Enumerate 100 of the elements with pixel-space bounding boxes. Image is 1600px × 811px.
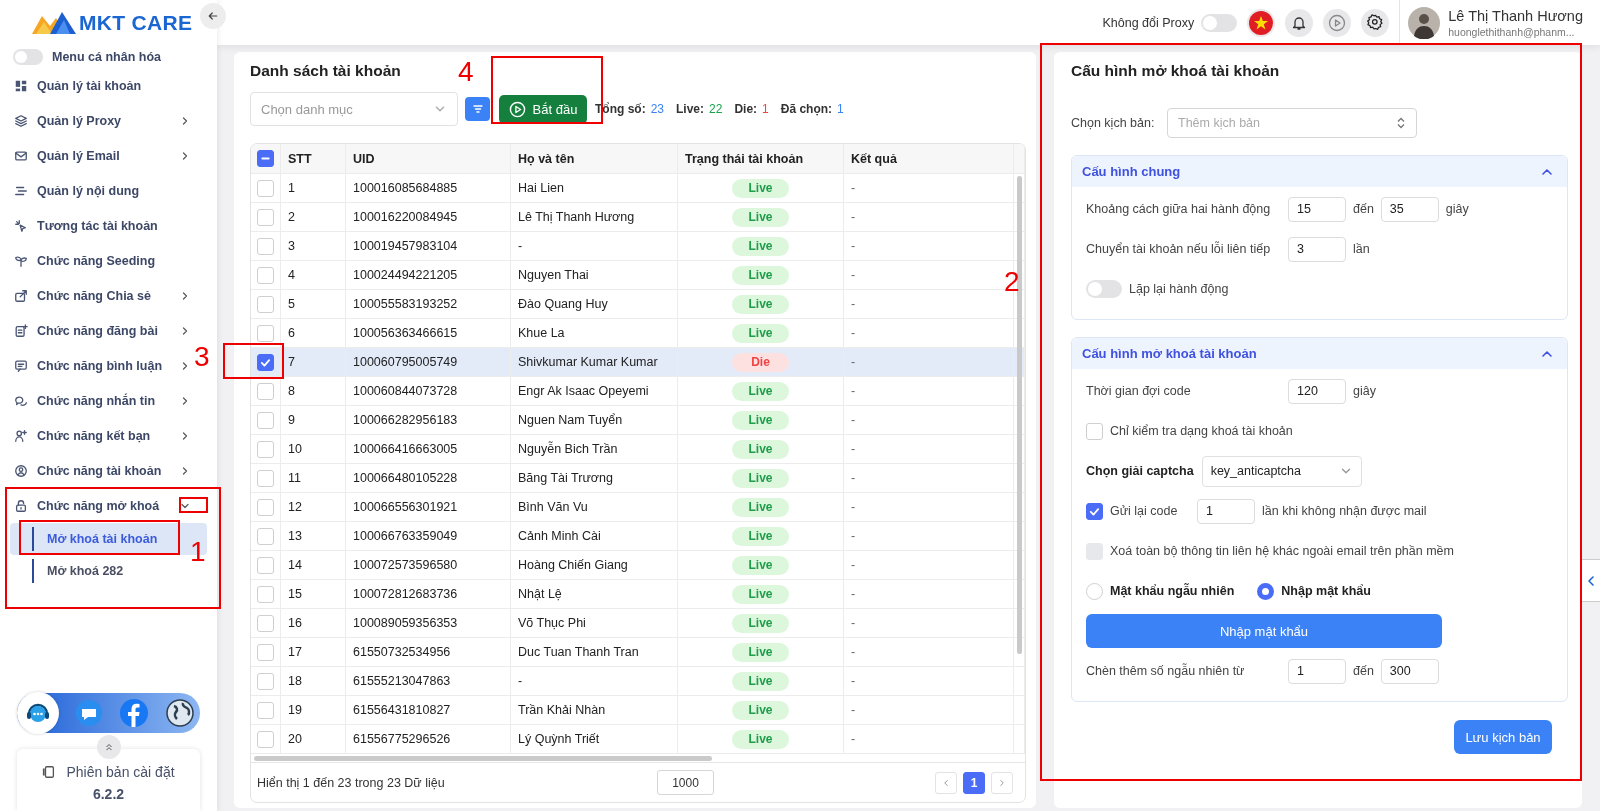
- sidebar-item[interactable]: Quản lý nội dung: [0, 173, 193, 208]
- table-cell: 100024494221205: [346, 261, 511, 289]
- status-badge: Live: [732, 671, 789, 691]
- summary-text: Hiển thị 1 đến 23 trong 23 Dữ liệu: [257, 775, 446, 790]
- toggle-switch[interactable]: [1201, 13, 1238, 32]
- table-cell: 9: [281, 406, 346, 434]
- chat-bubble-icon[interactable]: [75, 699, 103, 727]
- table-cell: -: [844, 290, 1014, 318]
- scrollbar-thumb[interactable]: [1017, 176, 1022, 654]
- table-cell: 100016220084945: [346, 203, 511, 231]
- section-header[interactable]: Cấu hình mở khoá tài khoản: [1072, 338, 1567, 369]
- table-cell: Hai Lien: [511, 174, 678, 202]
- globe-icon[interactable]: [165, 698, 195, 728]
- sidebar-item[interactable]: Chức năng tài khoản: [0, 453, 193, 488]
- settings-button[interactable]: [1361, 8, 1390, 37]
- stat-label: Live:: [676, 102, 705, 116]
- number-field[interactable]: 35: [1380, 196, 1439, 222]
- captcha-select[interactable]: key_anticaptcha: [1201, 455, 1362, 487]
- table-cell: Đào Quang Huy: [511, 290, 678, 318]
- check-icon: [1089, 505, 1100, 517]
- radio-button[interactable]: [1257, 582, 1275, 600]
- notification-button[interactable]: [1285, 8, 1314, 37]
- collapse-button[interactable]: [200, 3, 226, 29]
- share-icon: [14, 288, 28, 303]
- page-button[interactable]: 1: [963, 771, 985, 794]
- logo-text: MKT CARE: [79, 10, 193, 35]
- save-button[interactable]: Lưu kịch bản: [1454, 720, 1552, 754]
- scrollbar-thumb[interactable]: [254, 755, 712, 761]
- sidebar-item[interactable]: Chức năng Chia sẻ: [0, 278, 193, 313]
- table-cell: 100066556301921: [346, 493, 511, 521]
- support-button[interactable]: [17, 692, 59, 734]
- sidebar-item[interactable]: Quản lý Proxy: [0, 103, 193, 138]
- number-field[interactable]: 1: [1197, 498, 1255, 524]
- toggle-switch[interactable]: [13, 49, 43, 65]
- field-label: Chèn thêm số ngẫu nhiên từ: [1086, 664, 1246, 678]
- toggle-switch[interactable]: [1086, 280, 1122, 298]
- language-button[interactable]: [1247, 8, 1276, 37]
- table-cell: -: [844, 203, 1014, 231]
- unit-label: giây: [1445, 202, 1469, 216]
- status-badge: Live: [732, 584, 789, 604]
- annotation-number: 4: [458, 58, 474, 86]
- stat-label: Die:: [734, 102, 758, 116]
- table-cell: -: [844, 377, 1014, 405]
- table-cell: -: [844, 667, 1014, 695]
- number-field[interactable]: 3: [1288, 236, 1346, 262]
- stat-value: 1: [762, 102, 769, 116]
- select-all-checkbox[interactable]: [257, 150, 274, 167]
- filter-button[interactable]: [465, 97, 490, 121]
- chevron-right-icon: [997, 777, 1007, 788]
- sidebar-item[interactable]: Chức năng mở khoá: [0, 488, 193, 523]
- number-field[interactable]: 300: [1380, 658, 1439, 684]
- checkbox[interactable]: [1086, 502, 1103, 520]
- page-size-field[interactable]: 1000: [657, 770, 714, 795]
- number-field[interactable]: 120: [1288, 378, 1346, 404]
- table-cell: 100066416663005: [346, 435, 511, 463]
- panel-title: Cấu hình mở khoá tài khoản: [1071, 61, 1280, 81]
- comment-icon: [14, 358, 28, 373]
- status-badge: Live: [732, 555, 789, 575]
- table-cell: 7: [281, 348, 346, 376]
- table-cell: 2: [281, 203, 346, 231]
- number-field[interactable]: 1: [1288, 658, 1346, 684]
- table-cell: 61556775296526: [346, 725, 511, 753]
- table-cell: 100066480105228: [346, 464, 511, 492]
- table-cell: Lý Quỳnh Triết: [511, 725, 678, 753]
- table-cell: Shivkumar Kumar Kumar: [511, 348, 678, 376]
- sidebar-item[interactable]: Quản lý tài khoản: [0, 68, 193, 103]
- bell-icon: [1291, 14, 1308, 31]
- sidebar-item[interactable]: Chức năng đăng bài: [0, 313, 193, 348]
- play-button[interactable]: [1323, 8, 1352, 37]
- stat-value: 1: [837, 102, 844, 116]
- stat-label: Đã chọn:: [780, 102, 833, 116]
- play-icon: [508, 100, 526, 118]
- status-badge: Live: [732, 236, 789, 256]
- start-button[interactable]: Bắt đầu: [499, 94, 587, 124]
- sidebar-item[interactable]: Quản lý Email: [0, 138, 193, 173]
- side-tab[interactable]: [1580, 559, 1600, 602]
- table-cell: -: [844, 638, 1014, 666]
- sidebar-item[interactable]: Tương tác tài khoản: [0, 208, 193, 243]
- sidebar-item[interactable]: Chức năng nhắn tin: [0, 383, 193, 418]
- table-cell: -: [844, 319, 1014, 347]
- next-page-button[interactable]: [991, 771, 1013, 794]
- table-cell: Duc Tuan Thanh Tran: [511, 638, 678, 666]
- social-icon[interactable]: [119, 698, 149, 728]
- table-cell: 10: [281, 435, 346, 463]
- sidebar-item[interactable]: Chức năng Seeding: [0, 243, 193, 278]
- password-button[interactable]: Nhập mật khẩu: [1086, 614, 1442, 648]
- column-header: Họ và tên: [511, 144, 678, 173]
- unit-label: đến: [1353, 664, 1374, 678]
- sidebar-item[interactable]: Chức năng bình luận: [0, 348, 193, 383]
- version-number: 6.2.2: [92, 786, 125, 802]
- previous-page-button[interactable]: [935, 771, 957, 794]
- status-badge: Live: [732, 468, 789, 488]
- number-field[interactable]: 15: [1288, 196, 1346, 222]
- sidebar-item[interactable]: Chức năng kết bạn: [0, 418, 193, 453]
- expand-button[interactable]: [96, 735, 121, 759]
- checkbox[interactable]: [257, 353, 274, 371]
- section-header[interactable]: Cấu hình chung: [1072, 156, 1567, 187]
- status-badge: Die: [732, 352, 789, 372]
- column-header: UID: [346, 144, 511, 173]
- checkbox-label: Chỉ kiểm tra dạng khoá tài khoản: [1110, 424, 1293, 438]
